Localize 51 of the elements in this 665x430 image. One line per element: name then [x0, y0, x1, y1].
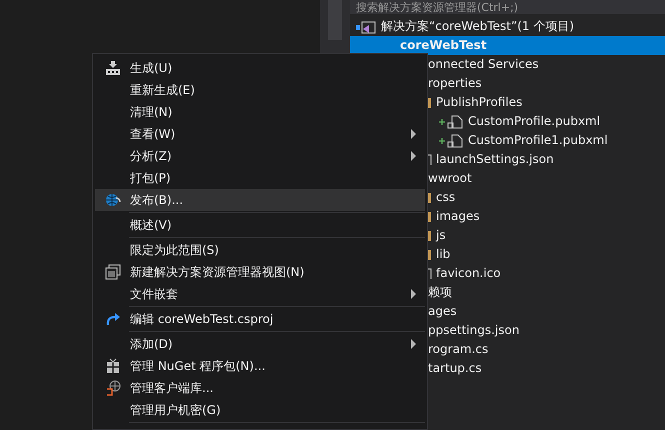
menu-item[interactable]: 文件嵌套	[95, 283, 425, 305]
menu-item[interactable]: 编辑 coreWebTest.csproj	[95, 308, 425, 330]
redo-arrow-icon	[104, 311, 120, 327]
menu-item[interactable]: 重新生成(E)	[95, 79, 425, 101]
menu-item[interactable]: 分析(Z)	[95, 145, 425, 167]
tree-item[interactable]: 解决方案“coreWebTest”(1 个项目)	[381, 17, 574, 36]
tree-item[interactable]: PublishProfiles	[436, 93, 522, 112]
menu-item[interactable]: 打包(P)	[95, 167, 425, 189]
tree-item[interactable]: 赖项	[428, 283, 452, 302]
menu-item[interactable]: 管理客户端库...	[95, 377, 425, 399]
build-icon	[104, 60, 120, 76]
library-globe-icon	[104, 380, 120, 396]
tree-item[interactable]: launchSettings.json	[436, 150, 554, 169]
globe-icon	[104, 192, 120, 208]
tree-item[interactable]: tartup.cs	[428, 359, 482, 378]
menu-item[interactable]: 生成(U)	[95, 57, 425, 79]
menu-item[interactable]: 新建解决方案资源管理器视图(N)	[95, 261, 425, 283]
package-icon	[106, 358, 120, 374]
menu-item[interactable]: 限定为此范围(S)	[95, 239, 425, 261]
tree-item[interactable]: CustomProfile1.pubxml	[468, 131, 608, 150]
tree-item[interactable]: favicon.ico	[436, 264, 501, 283]
tree-item[interactable]: lib	[436, 245, 450, 264]
solution-icon	[355, 20, 377, 34]
tree-item[interactable]: images	[436, 207, 480, 226]
menu-item[interactable]: 添加(D)	[95, 333, 425, 355]
tree-item[interactable]: coreWebTest	[350, 36, 665, 55]
submenu-arrow-icon	[411, 129, 416, 139]
file-icon	[426, 154, 432, 166]
tree-item[interactable]: wwroot	[428, 169, 472, 188]
added-file-icon	[438, 134, 464, 148]
file-icon	[426, 268, 432, 280]
menu-item[interactable]: 管理用户机密(G)	[95, 399, 425, 421]
tree-item[interactable]: CustomProfile.pubxml	[468, 112, 600, 131]
tree-item[interactable]: roperties	[428, 74, 482, 93]
submenu-arrow-icon	[411, 339, 416, 349]
tree-item[interactable]: js	[436, 226, 446, 245]
tree-item[interactable]: onnected Services	[428, 55, 539, 74]
tree-item[interactable]: ppsettings.json	[428, 321, 520, 340]
tree-item[interactable]: ages	[428, 302, 457, 321]
submenu-arrow-icon	[411, 151, 416, 161]
added-file-icon	[438, 114, 464, 128]
menu-item[interactable]: 发布(B)...	[95, 189, 425, 211]
menu-item[interactable]: 查看(W)	[95, 123, 425, 145]
menu-item[interactable]: 概述(V)	[95, 214, 425, 236]
submenu-arrow-icon	[411, 289, 416, 299]
window-list-icon	[104, 264, 120, 280]
tree-item[interactable]: css	[436, 188, 456, 207]
menu-item[interactable]: 清理(N)	[95, 101, 425, 123]
tree-item[interactable]: rogram.cs	[428, 340, 488, 359]
search-field[interactable]: 搜索解决方案资源管理器(Ctrl+;)	[350, 0, 665, 14]
menu-item[interactable]: 管理 NuGet 程序包(N)...	[95, 355, 425, 377]
